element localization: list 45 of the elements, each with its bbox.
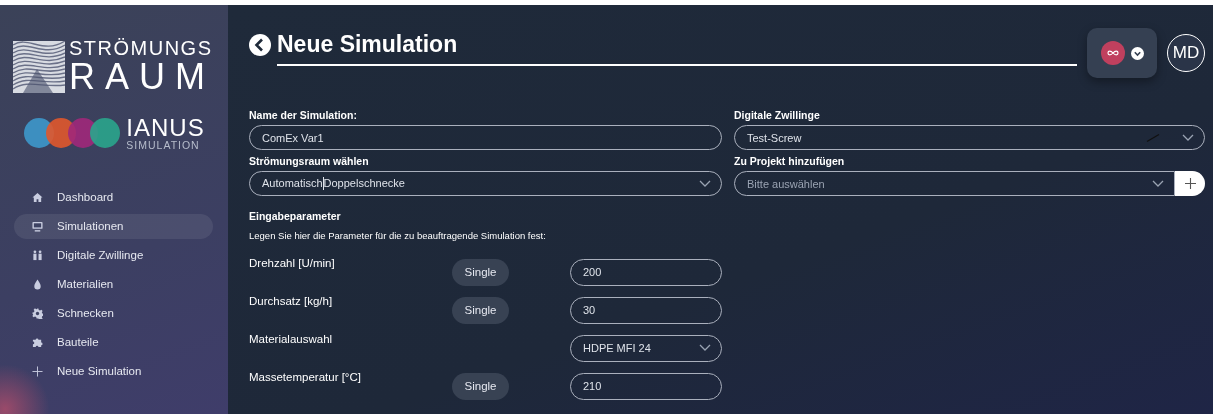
brand-subtitle: SIMULATION bbox=[126, 140, 201, 151]
infinity-icon bbox=[1100, 41, 1125, 65]
parameter-label: Durchsatz [kg/h] bbox=[249, 295, 334, 307]
monitor-icon bbox=[32, 220, 43, 232]
section-hint: Legen Sie hier die Parameter für die zu beauftragende Simulation fest: bbox=[249, 230, 547, 241]
chevron-down-icon bbox=[699, 179, 711, 188]
add-button[interactable] bbox=[1175, 171, 1205, 196]
sidebar-item[interactable]: Simulationen bbox=[14, 213, 213, 239]
sidebar-item[interactable]: Materialien bbox=[14, 271, 213, 297]
chevron-down-icon bbox=[1182, 133, 1194, 142]
sidebar-item[interactable]: Bauteile bbox=[14, 329, 213, 355]
section-title: Eingabeparameter bbox=[249, 210, 342, 222]
puzzle-icon bbox=[32, 336, 43, 348]
sidebar-item[interactable]: Schnecken bbox=[14, 300, 213, 326]
people-icon bbox=[32, 249, 43, 261]
field-label: Zu Projekt hinzufügen bbox=[734, 155, 846, 169]
sidebar-item[interactable]: Digitale Zwillinge bbox=[14, 242, 213, 268]
chevron-circle-icon bbox=[1130, 46, 1144, 60]
sidebar-item[interactable]: Neue Simulation bbox=[14, 358, 213, 384]
user-avatar[interactable]: MD bbox=[1167, 34, 1205, 72]
back-icon[interactable] bbox=[249, 33, 271, 56]
parameter-label: Massetemperatur [°C] bbox=[249, 371, 362, 383]
wave-texture-logo bbox=[13, 40, 65, 93]
logo-text: STRÖMUNGS bbox=[69, 38, 214, 58]
plus-icon bbox=[1184, 178, 1196, 189]
app-switcher-button[interactable] bbox=[1087, 28, 1157, 78]
gear-icon bbox=[32, 307, 43, 319]
single-button[interactable]: Single bbox=[452, 372, 509, 400]
plus-icon bbox=[32, 365, 43, 377]
page-title: Neue Simulation bbox=[277, 30, 1077, 66]
field-label: Digitale Zwillinge bbox=[734, 109, 821, 123]
drop-icon bbox=[32, 278, 43, 290]
brand-name: IANUS bbox=[126, 116, 205, 140]
chevron-down-icon bbox=[699, 344, 711, 352]
field-label: Name der Simulation: bbox=[249, 109, 358, 123]
chevron-down-icon bbox=[1152, 179, 1164, 188]
single-button[interactable]: Single bbox=[452, 296, 509, 324]
single-button[interactable]: Single bbox=[452, 258, 509, 286]
logo-text: RAUM bbox=[69, 59, 215, 95]
sidebar-item[interactable]: Dashboard bbox=[14, 184, 213, 210]
parameter-label: Materialauswahl bbox=[249, 333, 334, 345]
home-icon bbox=[32, 191, 43, 203]
slash-icon bbox=[1146, 133, 1160, 142]
parameter-label: Drehzahl [U/min] bbox=[249, 257, 336, 269]
field-label: Strömungsraum wählen bbox=[249, 155, 370, 169]
